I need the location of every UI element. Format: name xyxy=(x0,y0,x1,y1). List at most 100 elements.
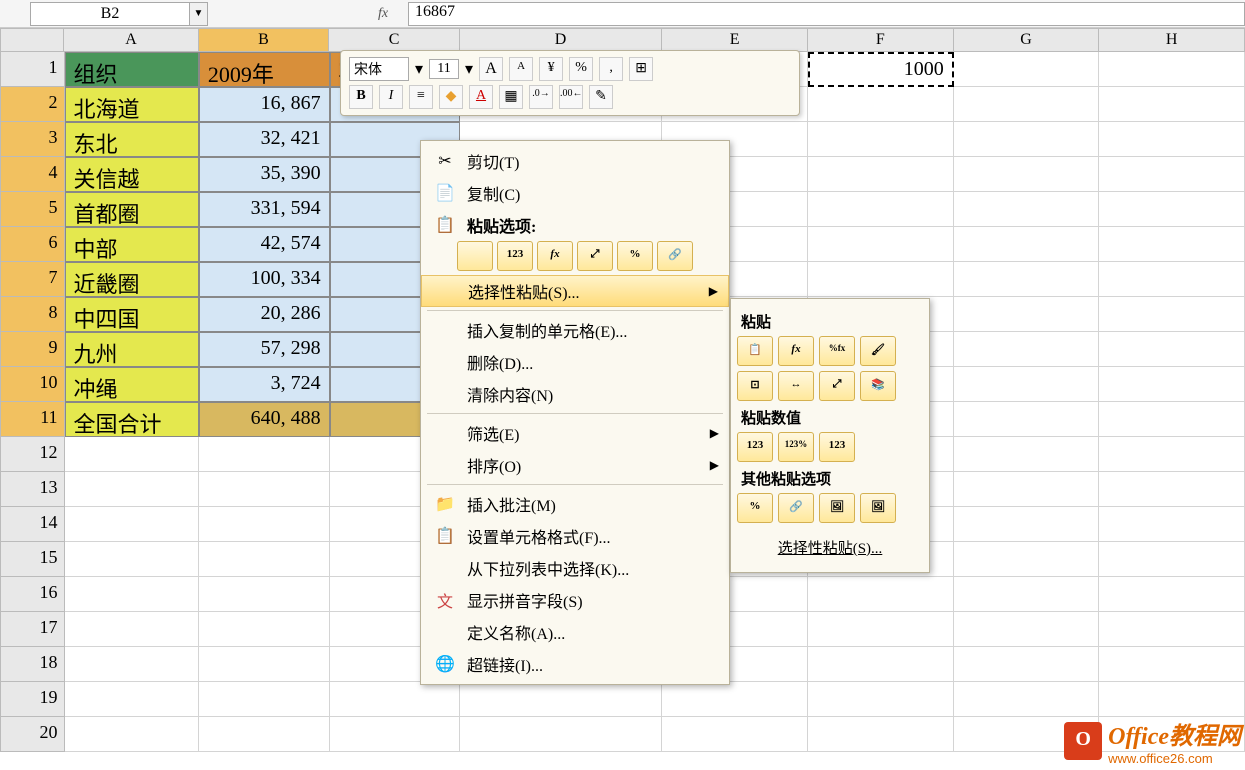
cell-H18[interactable] xyxy=(1099,647,1245,682)
menu-insert-comment[interactable]: 📁插入批注(M) xyxy=(421,488,729,520)
cell-G12[interactable] xyxy=(954,437,1100,472)
cell-A11[interactable]: 全国合计 xyxy=(65,402,199,437)
cell-B3[interactable]: 32, 421 xyxy=(199,122,330,157)
menu-clear[interactable]: 清除内容(N) xyxy=(421,378,729,410)
cell-G18[interactable] xyxy=(954,647,1100,682)
row-header-14[interactable]: 14 xyxy=(0,507,65,542)
bold-icon[interactable]: B xyxy=(349,85,373,109)
col-header-H[interactable]: H xyxy=(1099,28,1245,52)
cell-H3[interactable] xyxy=(1099,122,1245,157)
cell-A14[interactable] xyxy=(65,507,199,542)
select-all-corner[interactable] xyxy=(0,28,64,52)
col-header-G[interactable]: G xyxy=(954,28,1100,52)
cell-H17[interactable] xyxy=(1099,612,1245,647)
sub-paste-all-icon[interactable]: 📋 xyxy=(737,336,773,366)
sub-paste-values-fmt-icon[interactable]: 123% xyxy=(778,432,814,462)
menu-cut[interactable]: ✂剪切(T) xyxy=(421,145,729,177)
cell-G15[interactable] xyxy=(954,542,1100,577)
cell-H11[interactable] xyxy=(1099,402,1245,437)
sub-paste-formulas-icon[interactable]: fx xyxy=(778,336,814,366)
cell-A3[interactable]: 东北 xyxy=(65,122,199,157)
cell-A20[interactable] xyxy=(65,717,199,752)
paste-link-icon[interactable]: 🔗 xyxy=(657,241,693,271)
mini-size-dd[interactable]: ▾ xyxy=(465,59,473,79)
cell-B4[interactable]: 35, 390 xyxy=(199,157,330,192)
cell-G14[interactable] xyxy=(954,507,1100,542)
cell-B20[interactable] xyxy=(199,717,330,752)
cell-F19[interactable] xyxy=(808,682,954,717)
cell-B15[interactable] xyxy=(199,542,330,577)
cell-A8[interactable]: 中四国 xyxy=(65,297,199,332)
mini-font-dd[interactable]: ▾ xyxy=(415,59,423,79)
cell-B1[interactable]: 2009年 xyxy=(199,52,330,87)
sub-paste-picture-icon[interactable]: 🖼 xyxy=(819,493,855,523)
sub-paste-source-fmt-icon[interactable]: 🖌 xyxy=(860,336,896,366)
cell-H9[interactable] xyxy=(1099,332,1245,367)
cell-G4[interactable] xyxy=(954,157,1100,192)
cell-F3[interactable] xyxy=(808,122,954,157)
cell-H2[interactable] xyxy=(1099,87,1245,122)
cell-G9[interactable] xyxy=(954,332,1100,367)
cell-F1[interactable]: 1000 xyxy=(808,52,954,87)
menu-filter[interactable]: 筛选(E)▶ xyxy=(421,417,729,449)
menu-format-cells[interactable]: 📋设置单元格格式(F)... xyxy=(421,520,729,552)
cell-A17[interactable] xyxy=(65,612,199,647)
grow-font-icon[interactable]: A xyxy=(479,57,503,81)
cell-H8[interactable] xyxy=(1099,297,1245,332)
cell-F2[interactable] xyxy=(808,87,954,122)
cell-F6[interactable] xyxy=(808,227,954,262)
sub-paste-fmt-icon[interactable]: % xyxy=(737,493,773,523)
col-header-F[interactable]: F xyxy=(808,28,954,52)
cell-G17[interactable] xyxy=(954,612,1100,647)
paste-transpose-icon[interactable]: ⤢ xyxy=(577,241,613,271)
row-header-19[interactable]: 19 xyxy=(0,682,65,717)
paste-formatting-icon[interactable]: % xyxy=(617,241,653,271)
cell-G13[interactable] xyxy=(954,472,1100,507)
cell-G2[interactable] xyxy=(954,87,1100,122)
cell-H15[interactable] xyxy=(1099,542,1245,577)
cell-B6[interactable]: 42, 574 xyxy=(199,227,330,262)
sub-paste-colwidth-icon[interactable]: ↔ xyxy=(778,371,814,401)
cell-B13[interactable] xyxy=(199,472,330,507)
name-box-dropdown[interactable]: ▼ xyxy=(190,2,208,26)
cell-H4[interactable] xyxy=(1099,157,1245,192)
sub-paste-noborders-icon[interactable]: ⊡ xyxy=(737,371,773,401)
col-header-B[interactable]: B xyxy=(199,28,330,52)
sub-paste-link-icon[interactable]: 🔗 xyxy=(778,493,814,523)
cell-B17[interactable] xyxy=(199,612,330,647)
cell-B16[interactable] xyxy=(199,577,330,612)
cell-G19[interactable] xyxy=(954,682,1100,717)
cell-G6[interactable] xyxy=(954,227,1100,262)
col-header-D[interactable]: D xyxy=(460,28,662,52)
cell-F16[interactable] xyxy=(808,577,954,612)
currency-icon[interactable]: ¥ xyxy=(539,57,563,81)
name-box[interactable]: B2 xyxy=(30,2,190,26)
cell-F17[interactable] xyxy=(808,612,954,647)
col-header-A[interactable]: A xyxy=(64,28,198,52)
row-header-17[interactable]: 17 xyxy=(0,612,65,647)
cell-A18[interactable] xyxy=(65,647,199,682)
col-header-E[interactable]: E xyxy=(662,28,808,52)
cell-B8[interactable]: 20, 286 xyxy=(199,297,330,332)
cell-C19[interactable] xyxy=(330,682,461,717)
cell-H6[interactable] xyxy=(1099,227,1245,262)
fill-color-icon[interactable]: ◆ xyxy=(439,85,463,109)
submenu-paste-special-link[interactable]: 选择性粘贴(S)... xyxy=(737,529,923,566)
cell-A15[interactable] xyxy=(65,542,199,577)
cell-H13[interactable] xyxy=(1099,472,1245,507)
cell-D20[interactable] xyxy=(460,717,662,752)
borders-icon[interactable]: ▦ xyxy=(499,85,523,109)
format-painter-icon[interactable]: ✎ xyxy=(589,85,613,109)
cell-H12[interactable] xyxy=(1099,437,1245,472)
row-header-20[interactable]: 20 xyxy=(0,717,65,752)
cell-A10[interactable]: 冲绳 xyxy=(65,367,199,402)
cell-D19[interactable] xyxy=(460,682,662,717)
cell-H1[interactable] xyxy=(1099,52,1245,87)
sub-paste-formulas-fmt-icon[interactable]: %fx xyxy=(819,336,855,366)
cell-B9[interactable]: 57, 298 xyxy=(199,332,330,367)
cell-G7[interactable] xyxy=(954,262,1100,297)
cell-F20[interactable] xyxy=(808,717,954,752)
cell-A9[interactable]: 九州 xyxy=(65,332,199,367)
cell-G3[interactable] xyxy=(954,122,1100,157)
cell-F5[interactable] xyxy=(808,192,954,227)
